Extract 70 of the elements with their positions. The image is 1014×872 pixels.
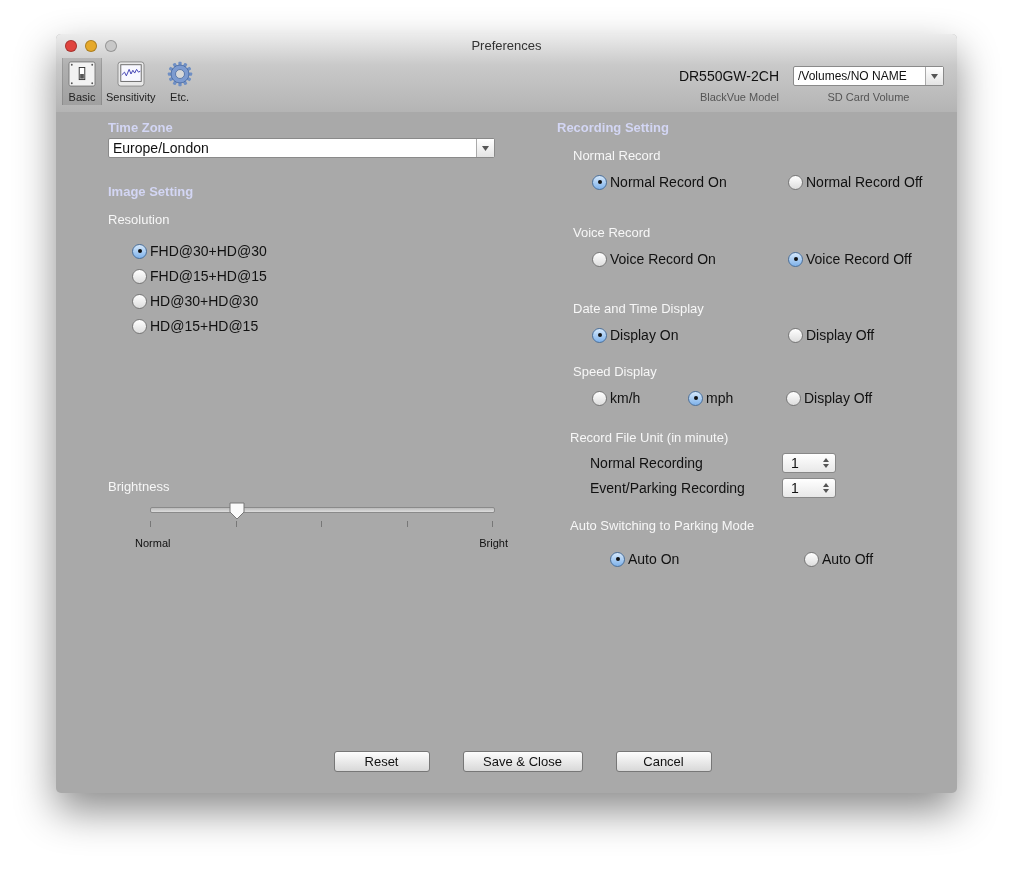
- model-caption: BlackVue Model: [699, 91, 779, 104]
- graph-icon: [115, 61, 146, 87]
- radio-option[interactable]: HD@15+HD@15: [132, 317, 495, 335]
- radio-option[interactable]: Auto Off: [804, 550, 954, 568]
- radio-button[interactable]: [610, 551, 625, 567]
- radio-option[interactable]: Display Off: [788, 326, 957, 344]
- slider-thumb-icon: [228, 502, 245, 520]
- radio-button[interactable]: [592, 251, 607, 267]
- radio-button[interactable]: [688, 390, 703, 406]
- section-title: Recording Setting: [557, 120, 670, 136]
- minimize-button[interactable]: [85, 40, 97, 52]
- radio-option[interactable]: Auto On: [610, 550, 804, 568]
- group-label: Resolution: [108, 212, 171, 228]
- radio-button[interactable]: [592, 174, 607, 190]
- toolbar-tab[interactable]: Sensitivity: [102, 58, 160, 105]
- section-title: Time Zone: [108, 120, 174, 136]
- close-button[interactable]: [65, 40, 77, 52]
- volume-dropdown[interactable]: /Volumes/NO NAME: [793, 66, 944, 86]
- radio-button[interactable]: [788, 251, 803, 267]
- push-button[interactable]: Reset: [333, 751, 430, 772]
- group-label: Normal Record: [573, 148, 662, 164]
- radio-option[interactable]: Voice Record Off: [788, 250, 957, 268]
- stepper-arrows-icon: [823, 483, 829, 493]
- stepper-arrows-icon: [823, 458, 829, 468]
- radio-button[interactable]: [132, 293, 147, 309]
- zoom-button[interactable]: [105, 40, 117, 52]
- group-label: Speed Display: [573, 364, 658, 380]
- slider-thumb[interactable]: [228, 502, 245, 520]
- radio-option[interactable]: Normal Record On: [592, 173, 788, 191]
- radio-option[interactable]: Display On: [592, 326, 788, 344]
- push-button[interactable]: Save & Close: [462, 751, 583, 772]
- radio-button[interactable]: [132, 318, 147, 334]
- window-title: Preferences: [470, 37, 543, 55]
- time-zone-dropdown[interactable]: Europe/London: [108, 138, 495, 158]
- group-label: Auto Switching to Parking Mode: [570, 518, 756, 534]
- toolbar-tab[interactable]: Etc.: [159, 58, 200, 105]
- slider-min-label: Normal: [135, 537, 171, 549]
- group-label: Voice Record: [573, 225, 652, 241]
- radio-option[interactable]: FHD@30+HD@30: [132, 242, 495, 260]
- radio-button[interactable]: [788, 174, 803, 190]
- number-stepper[interactable]: 1: [782, 453, 836, 473]
- field-label: Event/Parking Recording: [590, 480, 746, 496]
- toolbar-tab[interactable]: Basic: [62, 58, 102, 105]
- radio-option[interactable]: km/h: [592, 389, 688, 407]
- radio-button[interactable]: [592, 390, 607, 406]
- radio-option[interactable]: Normal Record Off: [788, 173, 957, 191]
- slider-max-label: Bright: [479, 537, 508, 549]
- model-name: DR550GW-2CH: [678, 67, 779, 86]
- dropdown-arrow-icon: [931, 73, 938, 79]
- group-label: Date and Time Display: [573, 301, 705, 317]
- radio-button[interactable]: [132, 243, 147, 259]
- radio-button[interactable]: [786, 390, 801, 406]
- radio-button[interactable]: [804, 551, 819, 567]
- number-stepper[interactable]: 1: [782, 478, 836, 498]
- group-label: Brightness: [108, 479, 171, 495]
- push-button[interactable]: Cancel: [615, 751, 712, 772]
- radio-option[interactable]: FHD@15+HD@15: [132, 267, 495, 285]
- field-label: Normal Recording: [590, 455, 704, 471]
- radio-button[interactable]: [788, 327, 803, 343]
- radio-button[interactable]: [132, 268, 147, 284]
- radio-option[interactable]: Display Off: [786, 389, 926, 407]
- toggle-switch-icon: [67, 61, 97, 87]
- volume-caption: SD Card Volume: [827, 91, 910, 104]
- radio-button[interactable]: [592, 327, 607, 343]
- section-title: Image Setting: [108, 184, 195, 200]
- dropdown-arrow-icon: [482, 145, 489, 151]
- radio-option[interactable]: HD@30+HD@30: [132, 292, 495, 310]
- group-label: Record File Unit (in minute): [570, 430, 730, 446]
- radio-option[interactable]: Voice Record On: [592, 250, 788, 268]
- radio-option[interactable]: mph: [688, 389, 786, 407]
